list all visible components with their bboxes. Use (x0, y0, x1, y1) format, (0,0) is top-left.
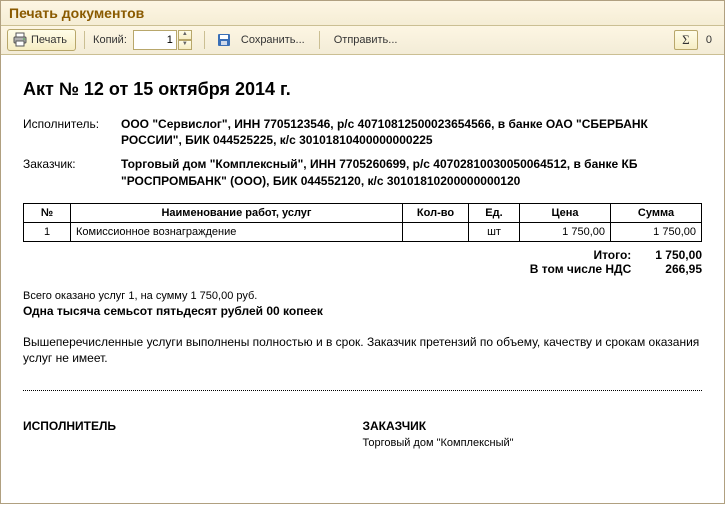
col-header-qty: Кол-во (403, 203, 469, 222)
col-header-sum: Сумма (611, 203, 702, 222)
save-link[interactable]: Сохранить... (241, 34, 305, 46)
document-title: Акт № 12 от 15 октября 2014 г. (23, 79, 702, 100)
window-title: Печать документов (1, 1, 724, 26)
executor-signature: ИСПОЛНИТЕЛЬ (23, 419, 363, 449)
executor-row: Исполнитель: ООО "Сервислог", ИНН 770512… (23, 116, 702, 148)
cell-sum: 1 750,00 (611, 222, 702, 241)
print-documents-window: Печать документов Печать Копий: ▲ ▼ (0, 0, 725, 504)
print-button[interactable]: Печать (7, 29, 76, 51)
executor-label: Исполнитель: (23, 116, 121, 148)
items-table: № Наименование работ, услуг Кол-во Ед. Ц… (23, 203, 702, 242)
summary-line: Всего оказано услуг 1, на сумму 1 750,00… (23, 290, 702, 302)
total-label: Итого: (530, 248, 631, 262)
document-area: Акт № 12 от 15 октября 2014 г. Исполните… (1, 55, 724, 497)
cell-no: 1 (24, 222, 71, 241)
toolbar: Печать Копий: ▲ ▼ Сохранить... Отправить… (1, 26, 724, 55)
customer-row: Заказчик: Торговый дом "Комплексный", ИН… (23, 156, 702, 188)
copies-spinner-up[interactable]: ▲ (178, 30, 192, 40)
copies-spinner-down[interactable]: ▼ (178, 40, 192, 50)
copies-input[interactable] (133, 30, 177, 50)
total-value: 1 750,00 (655, 248, 702, 262)
table-row: 1 Комиссионное вознаграждение шт 1 750,0… (24, 222, 702, 241)
cell-name: Комиссионное вознаграждение (71, 222, 403, 241)
save-icon[interactable] (216, 32, 232, 48)
printer-icon (12, 32, 28, 48)
copies-label: Копий: (93, 34, 127, 46)
executor-sig-title: ИСПОЛНИТЕЛЬ (23, 419, 363, 433)
customer-sig-title: ЗАКАЗЧИК (363, 419, 703, 433)
table-header-row: № Наименование работ, услуг Кол-во Ед. Ц… (24, 203, 702, 222)
amount-words: Одна тысяча семьсот пятьдесят рублей 00 … (23, 304, 702, 318)
col-header-unit: Ед. (469, 203, 520, 222)
cell-price: 1 750,00 (520, 222, 611, 241)
divider (23, 390, 702, 391)
col-header-no: № (24, 203, 71, 222)
vat-value: 266,95 (655, 262, 702, 276)
totals-block: Итого: 1 750,00 В том числе НДС 266,95 (23, 248, 702, 276)
customer-signature: ЗАКАЗЧИК Торговый дом "Комплексный" (363, 419, 703, 449)
copies-spinner: ▲ ▼ (178, 30, 192, 50)
vat-label: В том числе НДС (530, 262, 631, 276)
signatures-row: ИСПОЛНИТЕЛЬ ЗАКАЗЧИК Торговый дом "Компл… (23, 419, 702, 449)
separator (84, 31, 85, 49)
customer-value: Торговый дом "Комплексный", ИНН 77052606… (121, 156, 702, 188)
separator (319, 31, 320, 49)
sum-value: 0 (706, 34, 712, 46)
print-button-label: Печать (31, 34, 67, 46)
customer-sig-name: Торговый дом "Комплексный" (363, 437, 703, 449)
sum-button[interactable]: Σ (674, 30, 698, 50)
col-header-price: Цена (520, 203, 611, 222)
send-link[interactable]: Отправить... (334, 34, 398, 46)
separator (204, 31, 205, 49)
cell-qty (403, 222, 469, 241)
note: Вышеперечисленные услуги выполнены полно… (23, 334, 702, 366)
col-header-name: Наименование работ, услуг (71, 203, 403, 222)
customer-label: Заказчик: (23, 156, 121, 188)
executor-value: ООО "Сервислог", ИНН 7705123546, р/с 407… (121, 116, 702, 148)
cell-unit: шт (469, 222, 520, 241)
